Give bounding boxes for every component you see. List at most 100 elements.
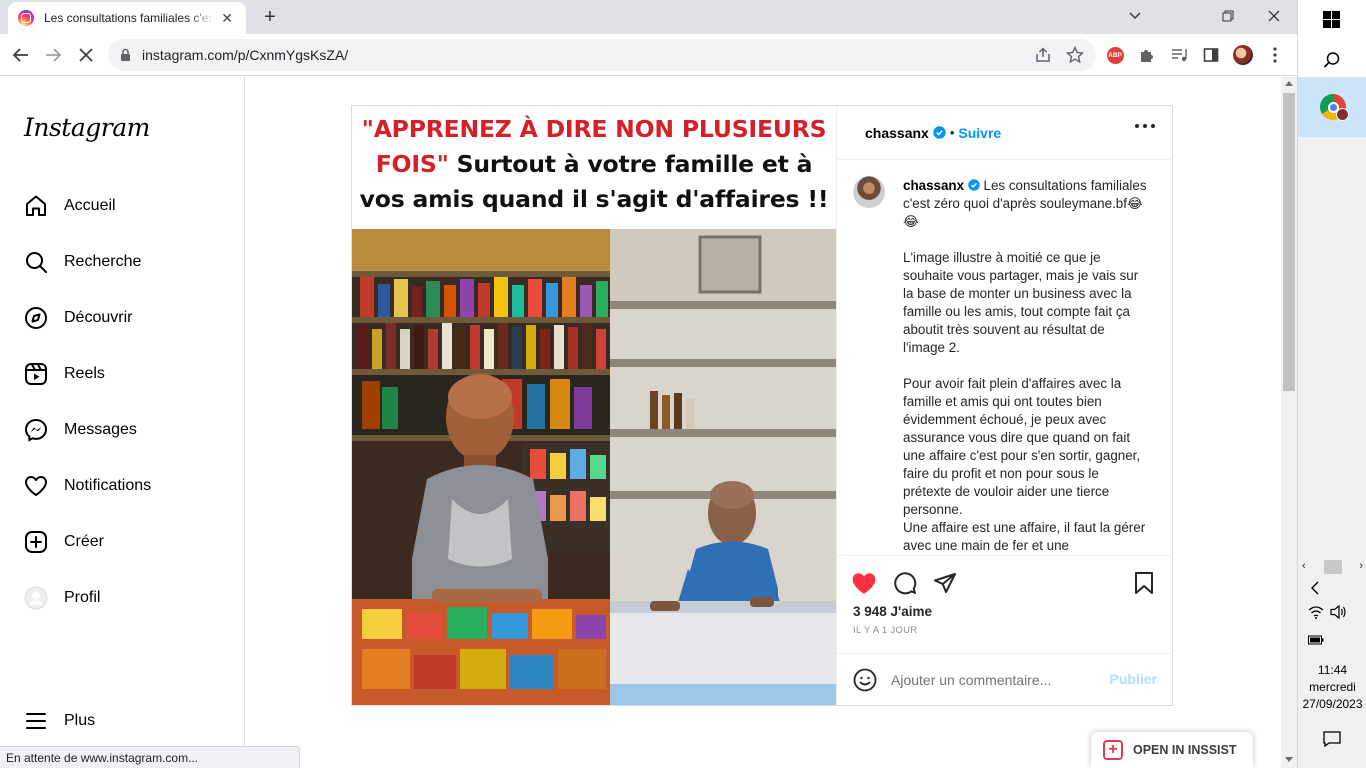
share-send-icon[interactable] — [932, 570, 958, 596]
sidebar-item-messages[interactable]: Messages — [12, 406, 232, 454]
publish-button[interactable]: Publier — [1110, 671, 1157, 687]
tab-strip: Les consultations familiales c'est zéro … — [0, 0, 1297, 34]
browser-toolbar: instagram.com/p/CxnmYgsKsZA/ ABP — [0, 34, 1297, 76]
separator-dot: • — [949, 125, 955, 140]
tab-title: Les consultations familiales c'est zéro … — [44, 11, 215, 25]
sidebar-item-profil[interactable]: Profil — [12, 574, 232, 622]
sidebar-item-label: Accueil — [64, 197, 116, 214]
new-tab-icon[interactable]: + — [258, 6, 282, 28]
sidebar-item-decouvrir[interactable]: Découvrir — [12, 294, 232, 342]
caption-paragraph-2: L'image illustre à moitié ce que je souh… — [903, 250, 1139, 355]
windows-start-icon[interactable] — [1323, 11, 1340, 33]
comment-input[interactable]: Ajouter un commentaire... — [891, 672, 1091, 688]
restore-window-icon[interactable] — [1205, 0, 1251, 32]
sidebar-item-creer[interactable]: Créer — [12, 518, 232, 566]
sidebar-item-label: Recherche — [64, 253, 142, 270]
home-icon — [24, 194, 48, 218]
back-icon[interactable] — [8, 42, 34, 68]
clock-day[interactable]: mercredi — [1298, 680, 1366, 694]
tray-left-chevron-icon[interactable]: ‹ — [1302, 560, 1306, 576]
post-image[interactable]: "APPRENEZ À DIRE NON PLUSIEURS FOIS" Sur… — [352, 106, 836, 705]
comment-bar: Ajouter un commentaire... Publier — [837, 653, 1173, 705]
post-actions: 3 948 J'aime IL Y A 1 JOUR — [837, 555, 1173, 653]
profile-badge-icon — [1336, 108, 1349, 121]
instagram-main: "APPRENEZ À DIRE NON PLUSIEURS FOIS" Sur… — [245, 77, 1281, 768]
instagram-sidebar: Instagram Accueil Recherche Découvrir Re… — [0, 77, 245, 768]
instagram-logo[interactable]: Instagram — [24, 113, 150, 142]
image-caption-black-1: Surtout à votre famille et à — [448, 150, 813, 178]
sidebar-item-notifications[interactable]: Notifications — [12, 462, 232, 510]
scrollbar-thumb[interactable] — [1283, 93, 1295, 391]
messenger-icon — [24, 418, 48, 442]
heart-icon — [24, 474, 48, 498]
inssist-label: OPEN IN INSSIST — [1133, 743, 1237, 757]
follow-button[interactable]: Suivre — [958, 125, 1001, 141]
clock-time[interactable]: 11:44 — [1298, 663, 1366, 677]
emoji-icon[interactable] — [853, 668, 877, 692]
like-heart-icon[interactable] — [851, 570, 877, 596]
inssist-plus-icon: + — [1103, 740, 1123, 760]
sidebar-item-label: Notifications — [64, 477, 152, 494]
post-dialog: "APPRENEZ À DIRE NON PLUSIEURS FOIS" Sur… — [351, 105, 1173, 706]
post-header: chassanx • Suivre — [837, 106, 1173, 160]
scroll-down-icon[interactable] — [1285, 757, 1293, 762]
author-avatar[interactable] — [853, 176, 885, 208]
extensions-puzzle-icon[interactable] — [1134, 42, 1160, 68]
taskbar-chrome-item[interactable] — [1298, 77, 1366, 137]
photo-busy-shop — [352, 229, 610, 705]
image-caption-black-2: vos amis quand il s'agit d'affaires !! — [359, 185, 829, 213]
sidebar-item-accueil[interactable]: Accueil — [12, 182, 232, 230]
browser-tab[interactable]: Les consultations familiales c'est zéro … — [8, 2, 246, 34]
close-tab-icon[interactable]: ✕ — [218, 10, 236, 27]
chevron-left-icon[interactable] — [1310, 581, 1320, 600]
tray-scroll-thumb[interactable] — [1323, 560, 1342, 574]
post-timestamp[interactable]: IL Y A 1 JOUR — [853, 625, 917, 636]
page-scrollbar[interactable] — [1281, 77, 1297, 768]
sidebar-item-label: Plus — [64, 712, 96, 729]
bookmark-star-icon[interactable] — [1065, 45, 1085, 69]
wifi-icon[interactable] — [1308, 605, 1324, 624]
profile-avatar-icon[interactable] — [1230, 42, 1256, 68]
stop-loading-icon[interactable] — [73, 42, 99, 68]
url-text: instagram.com/p/CxnmYgsKsZA/ — [142, 47, 349, 63]
sidebar-item-label: Profil — [64, 589, 101, 606]
windows-taskbar: ‹ › 11:44 mercredi 27/09/2023 — [1297, 0, 1366, 768]
post-author-username[interactable]: chassanx — [865, 125, 929, 141]
battery-icon[interactable] — [1308, 632, 1324, 650]
search-icon — [24, 250, 48, 274]
avatar-icon — [24, 586, 48, 610]
hamburger-menu-icon — [24, 709, 48, 733]
sidebar-item-recherche[interactable]: Recherche — [12, 238, 232, 286]
media-control-icon[interactable] — [1166, 42, 1192, 68]
likes-count[interactable]: 3 948 J'aime — [853, 604, 932, 619]
plus-square-icon — [24, 530, 48, 554]
close-window-icon[interactable] — [1251, 0, 1297, 32]
browser-status-bubble: En attente de www.instagram.com... — [0, 746, 300, 768]
post-sidebar: chassanx • Suivre chassanx Les consultat… — [836, 106, 1173, 705]
adblock-extension-icon[interactable]: ABP — [1102, 42, 1128, 68]
image-caption-red-2: FOIS" — [375, 150, 449, 178]
save-bookmark-icon[interactable] — [1131, 570, 1157, 596]
comment-icon[interactable] — [892, 570, 918, 596]
tray-right-chevron-icon[interactable]: › — [1359, 560, 1363, 576]
address-bar[interactable]: instagram.com/p/CxnmYgsKsZA/ — [108, 39, 1096, 71]
instagram-favicon-icon — [18, 10, 34, 26]
sidebar-item-reels[interactable]: Reels — [12, 350, 232, 398]
forward-icon[interactable] — [40, 42, 66, 68]
search-icon[interactable] — [1323, 51, 1341, 74]
open-in-inssist-button[interactable]: + OPEN IN INSSIST — [1091, 732, 1253, 768]
side-panel-icon[interactable] — [1198, 42, 1224, 68]
clock-date[interactable]: 27/09/2023 — [1298, 697, 1366, 711]
action-center-icon[interactable] — [1323, 731, 1341, 752]
share-icon[interactable] — [1034, 46, 1052, 69]
chrome-menu-icon[interactable] — [1262, 42, 1288, 68]
caption-username[interactable]: chassanx — [903, 178, 964, 193]
more-options-icon[interactable] — [1135, 124, 1155, 128]
scroll-up-icon[interactable] — [1285, 81, 1293, 86]
sidebar-item-plus[interactable]: Plus — [12, 697, 232, 745]
image-caption-red: "APPRENEZ À DIRE NON PLUSIEURS — [361, 115, 827, 143]
tab-search-chevron-icon[interactable] — [1112, 0, 1158, 32]
sidebar-item-label: Messages — [64, 421, 137, 438]
tray-scroll: ‹ › — [1298, 560, 1366, 576]
volume-icon[interactable] — [1330, 604, 1348, 625]
